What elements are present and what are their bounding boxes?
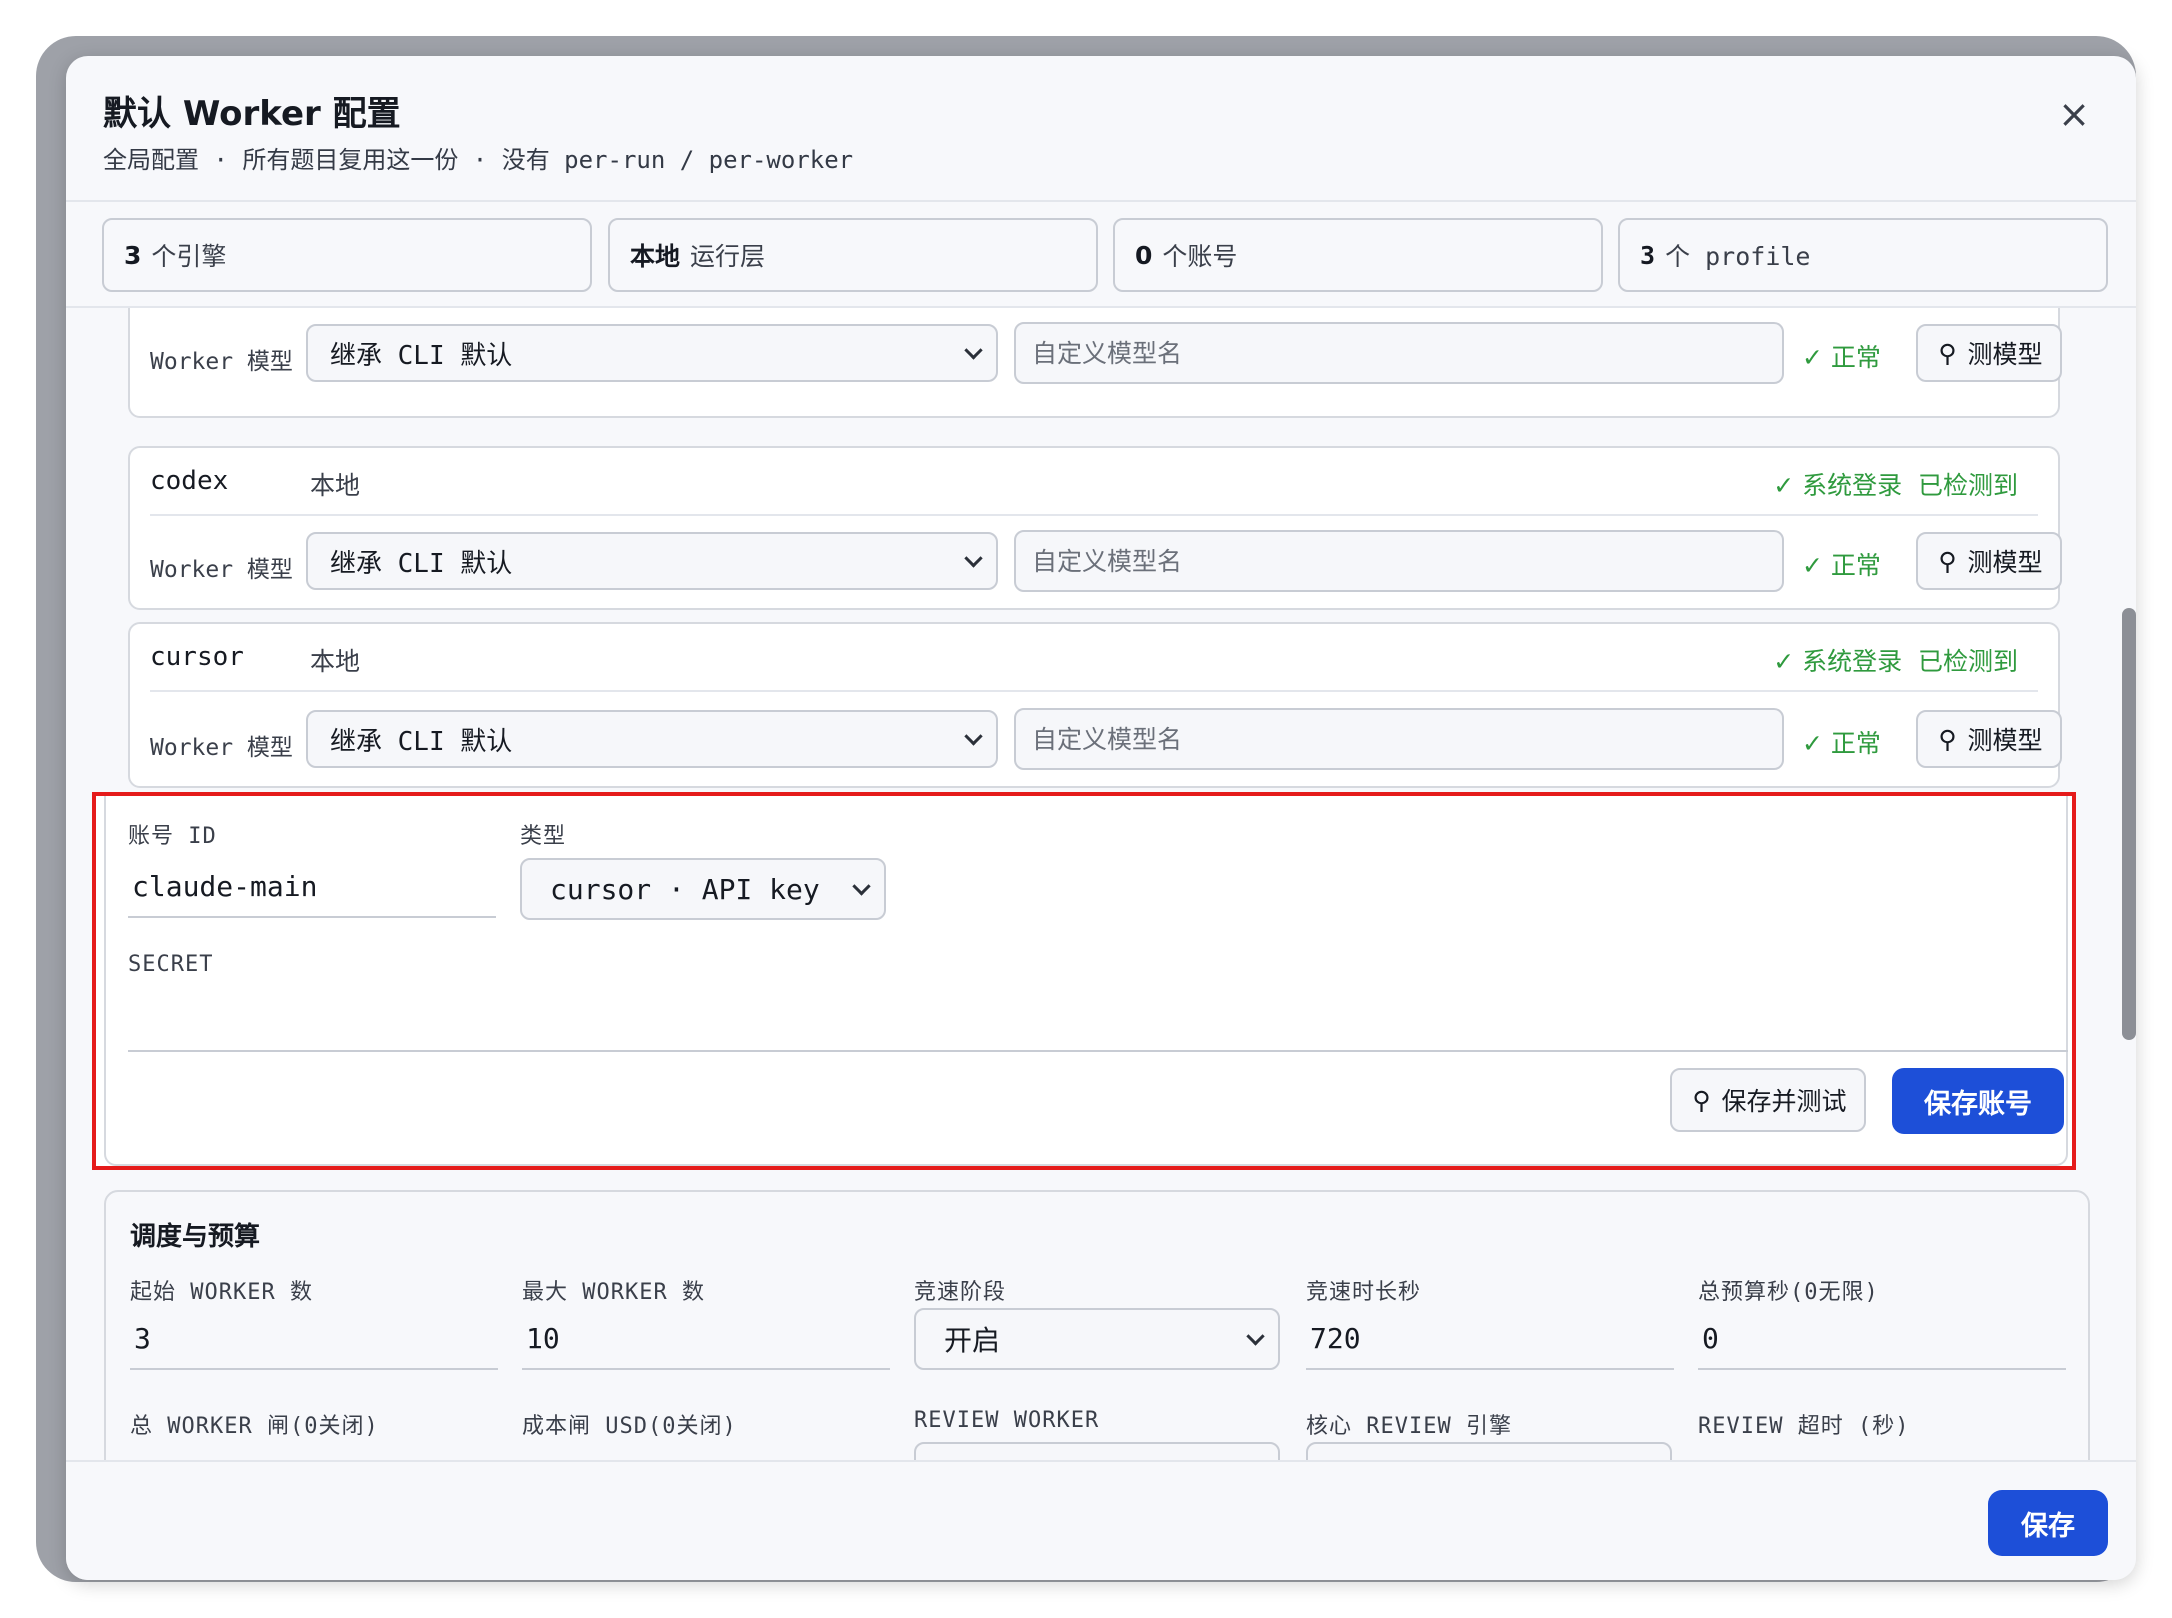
engine-runtime: 本地 [310,647,361,676]
account-type-label: 类型 [520,824,567,849]
stat-runtime: 本地 运行层 [608,218,1098,292]
stat-label: 个引擎 [151,242,227,271]
button-label: 测模型 [1967,548,2043,577]
custom-model-input[interactable] [1014,530,1784,592]
model-test-status: ✓ 正常 [1802,729,1881,758]
plug-icon: ⚲ [1938,546,1957,576]
custom-model-input[interactable] [1014,708,1784,770]
stat-value: 0 [1135,240,1153,270]
engine-card-codex: codex 本地 ✓ 系统登录 已检测到 Worker 模型 继承 CLI 默认… [128,446,2062,610]
model-test-status: ✓ 正常 [1802,551,1881,580]
worker-model-row: Worker 模型 继承 CLI 默认 ✓ 正常 ⚲ 测模型 [150,530,2062,596]
dialog-scroll-area: Worker 模型 继承 CLI 默认 ✓ 正常 ⚲ 测模型 codex 本地 ✓… [66,308,2136,1516]
worker-model-select[interactable]: 继承 CLI 默认 [306,532,998,590]
scrollbar-thumb[interactable] [2122,608,2136,1040]
save-account-button[interactable]: 保存账号 [1892,1068,2064,1134]
dialog-subtitle: 全局配置 · 所有题目复用这一份 · 没有 per-run / per-work… [103,146,854,174]
engine-card-cursor: cursor 本地 ✓ 系统登录 已检测到 Worker 模型 继承 CLI 默… [128,622,2062,788]
engine-header: codex 本地 ✓ 系统登录 已检测到 [150,448,2038,516]
save-and-test-button[interactable]: ⚲ 保存并测试 [1670,1068,1866,1132]
engine-name: cursor [150,642,244,672]
stat-profiles: 3 个 profile [1618,218,2108,292]
stat-value: 3 [124,240,142,270]
worker-model-row: Worker 模型 继承 CLI 默认 ✓ 正常 ⚲ 测模型 [150,322,2062,388]
dialog-title: 默认 Worker 配置 [103,94,401,134]
chevron-down-icon [852,877,871,896]
worker-model-select[interactable]: 继承 CLI 默认 [306,710,998,768]
plug-icon: ⚲ [1938,338,1957,368]
field-label: 最大 WORKER 数 [522,1280,705,1305]
button-label: 测模型 [1967,726,2043,755]
stat-label: 个 profile [1665,242,1811,271]
account-type-select[interactable]: cursor · API key [520,858,886,920]
secret-input[interactable] [128,988,2068,1052]
engine-login-status: ✓ 系统登录 已检测到 [1773,647,2018,676]
dialog-header: 默认 Worker 配置 全局配置 · 所有题目复用这一份 · 没有 per-r… [66,56,2136,202]
select-value: 继承 CLI 默认 [330,548,513,579]
stat-label: 个账号 [1162,242,1238,271]
chevron-down-icon [964,549,983,568]
engine-header: cursor 本地 ✓ 系统登录 已检测到 [150,624,2038,692]
test-model-button[interactable]: ⚲ 测模型 [1916,324,2062,382]
engine-card: Worker 模型 继承 CLI 默认 ✓ 正常 ⚲ 测模型 [128,308,2062,418]
chevron-down-icon [964,341,983,360]
engine-runtime: 本地 [310,471,361,500]
stat-label: 运行层 [690,242,766,271]
field-label: 起始 WORKER 数 [130,1280,313,1305]
test-model-button[interactable]: ⚲ 测模型 [1916,710,2062,768]
button-label: 测模型 [1967,340,2043,369]
field-label: REVIEW 超时 (秒) [1698,1414,1910,1439]
save-button[interactable]: 保存 [1988,1490,2108,1556]
field-input[interactable] [1306,1308,1674,1370]
select-value: 继承 CLI 默认 [330,726,513,757]
stat-value: 本地 [630,242,681,271]
field-select[interactable]: 开启 [914,1308,1280,1370]
test-model-button[interactable]: ⚲ 测模型 [1916,532,2062,590]
worker-model-label: Worker 模型 [150,349,293,375]
chevron-down-icon [964,727,983,746]
section-title: 调度与预算 [130,1222,261,1252]
model-test-status: ✓ 正常 [1802,343,1881,372]
plug-icon: ⚲ [1938,724,1957,754]
worker-model-select[interactable]: 继承 CLI 默认 [306,324,998,382]
account-id-label: 账号 ID [128,824,217,849]
chevron-down-icon [1246,1327,1265,1346]
custom-model-input[interactable] [1014,322,1784,384]
engine-login-status: ✓ 系统登录 已检测到 [1773,471,2018,500]
field-label: 核心 REVIEW 引擎 [1306,1414,1512,1439]
stats-row: 3 个引擎 本地 运行层 0 个账号 3 个 profile [66,204,2136,308]
field-label: 成本闸 USD(0关闭) [522,1414,737,1439]
select-value: 开启 [944,1324,1001,1357]
account-form: 账号 ID 类型 cursor · API key SECRET ⚲保存并测试 … [92,792,2076,1170]
field-input[interactable] [130,1308,498,1370]
field-input[interactable] [1698,1308,2066,1370]
field-input[interactable] [522,1308,890,1370]
engine-name: codex [150,466,229,496]
secret-label: SECRET [128,952,214,977]
close-icon[interactable]: × [2054,94,2094,134]
worker-model-label: Worker 模型 [150,557,293,583]
field-label: REVIEW WORKER [914,1408,1100,1433]
select-value: 继承 CLI 默认 [330,340,513,371]
dialog-footer: 保存 [66,1460,2136,1580]
field-label: 竞速阶段 [914,1280,1007,1305]
stat-accounts: 0 个账号 [1113,218,1603,292]
field-label: 总预算秒(0无限) [1698,1280,1879,1305]
account-id-input[interactable] [128,856,496,918]
stat-engines: 3 个引擎 [102,218,592,292]
stat-value: 3 [1640,240,1656,270]
button-label: 保存并测试 [1721,1087,1847,1116]
field-label: 总 WORKER 闸(0关闭) [130,1414,379,1439]
field-label: 竞速时长秒 [1306,1280,1422,1305]
select-value: cursor · API key [550,872,820,906]
worker-config-dialog: 默认 Worker 配置 全局配置 · 所有题目复用这一份 · 没有 per-r… [66,56,2136,1580]
worker-model-row: Worker 模型 继承 CLI 默认 ✓ 正常 ⚲ 测模型 [150,708,2062,774]
plug-icon: ⚲ [1692,1085,1711,1115]
worker-model-label: Worker 模型 [150,735,293,761]
